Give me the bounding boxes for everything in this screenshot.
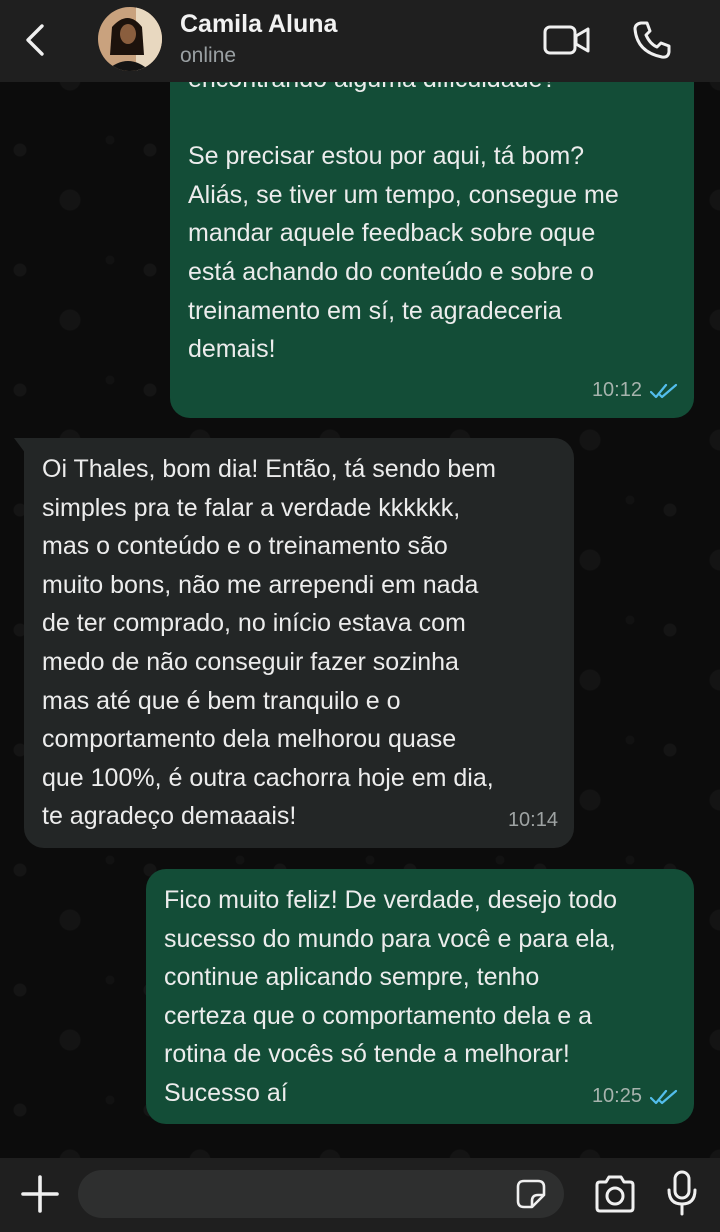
message-bubble-outgoing[interactable]: Fico muito feliz! De verdade, desejo tod… [146,869,694,1124]
message-meta: 10:14 [508,801,558,840]
microphone-icon[interactable] [666,1170,698,1216]
message-time: 10:14 [507,809,558,832]
contact-status: online [180,44,237,67]
composer-bar [0,1158,720,1232]
contact-name[interactable]: Camila Aluna [180,10,337,39]
message-input[interactable] [98,1170,502,1220]
phone-call-icon[interactable] [632,20,672,60]
read-receipt-icon [650,1089,678,1104]
camera-icon[interactable] [593,1175,637,1213]
message-text: Oi Thales, bom dia! Então, tá sendo bem … [42,455,496,831]
message-meta: 10:25 [592,1077,678,1116]
message-text: encontrando alguma dificuldade? Se preci… [188,65,619,364]
message-input-container [78,1170,564,1220]
avatar-photo-icon [98,7,162,71]
avatar[interactable] [98,7,162,71]
message-time: 10:12 [591,379,642,402]
chat-screen: encontrando alguma dificuldade? Se preci… [0,0,720,1232]
read-receipt-icon [650,383,678,398]
message-bubble-incoming[interactable]: Oi Thales, bom dia! Então, tá sendo bem … [24,438,574,848]
sticker-icon[interactable] [516,1179,546,1209]
video-call-icon[interactable] [543,24,591,56]
chat-header: Camila Aluna online [0,0,720,82]
back-arrow-icon[interactable] [18,20,54,60]
message-meta: 10:12 [592,371,678,410]
plus-icon[interactable] [20,1174,60,1214]
message-time: 10:25 [591,1085,642,1108]
